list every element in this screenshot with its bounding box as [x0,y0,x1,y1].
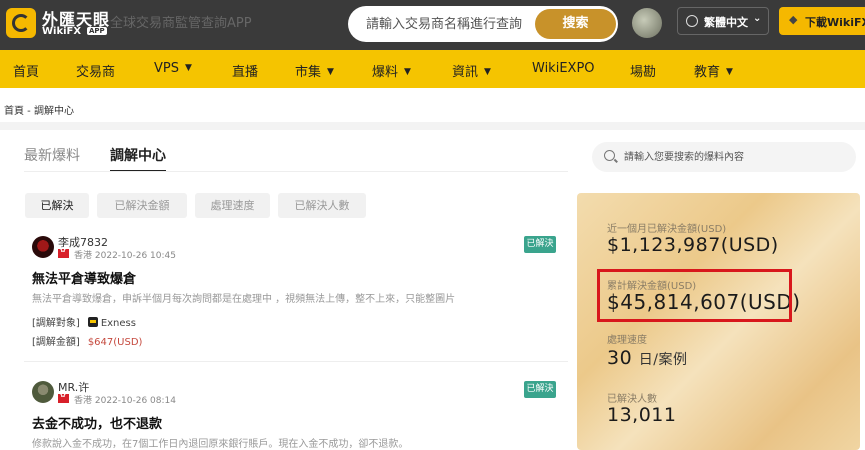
processing-speed-value: 30 日/案例 [607,347,687,369]
list-item[interactable]: MR.许 香港 2022-10-26 08:14 已解決 去金不成功，也不退款 … [30,381,562,450]
speed-unit: 日/案例 [638,352,688,368]
post-meta: 香港 2022-10-26 08:14 [74,393,176,406]
post-time: 2022-10-26 10:45 [94,251,176,261]
nav-label: 爆料 [372,65,399,80]
chevron-down-icon: ▼ [726,67,733,77]
processing-speed-label: 處理速度 [607,335,647,346]
download-label: 下載WikiFX [805,16,865,29]
hong-kong-flag-icon [58,391,69,403]
chevron-down-icon: ⌄ [753,13,762,24]
chevron-down-icon: ▼ [484,67,491,77]
post-description: 修款說入金不成功，在7個工作日內退回原來銀行賬戶。現在入金不成功，卻不退款。 [32,439,409,450]
post-divider [24,361,568,362]
nav-label: WikiEXPO [532,61,595,76]
post-meta: 香港 2022-10-26 10:45 [74,248,176,261]
status-badge: 已解決 [524,381,556,398]
monthly-resolved-label: 近一個月已解決金額(USD) [607,224,727,235]
monthly-resolved-value: $1,123,987(USD) [607,234,779,256]
nav-item-home[interactable]: 首頁 [13,61,39,80]
exposure-search-input[interactable] [624,148,844,166]
nav-item-wikiexpo[interactable]: WikiEXPO [532,61,595,76]
search-icon [604,150,615,161]
user-avatar[interactable] [632,8,662,38]
amount-label: [調解金額] [32,337,80,348]
breadcrumb[interactable]: 首頁 - 調解中心 [4,102,74,117]
wikifx-logo-icon[interactable] [6,8,36,38]
status-badge: 已解決 [524,236,556,253]
language-label: 繁體中文 [704,16,748,29]
nav-label: 資訊 [452,65,479,80]
resolved-people-value: 13,011 [607,404,677,426]
top-header: 外匯天眼 WikiFX APP 全球交易商監管查詢APP 搜索 繁體中文 ⌄ ◆… [0,0,865,50]
search-button[interactable]: 搜索 [535,9,616,39]
post-title[interactable]: 無法平倉導致爆倉 [32,268,136,287]
nav-item-education[interactable]: 教育 ▼ [694,61,733,80]
filter-resolved-people[interactable]: 已解決人數 [278,193,366,218]
nav-item-live[interactable]: 直播 [232,61,258,80]
total-amount-highlight [597,269,792,322]
download-button[interactable]: ◆ 下載WikiFX [779,7,865,35]
broker-search-input[interactable] [366,14,526,34]
mediation-target-row: [調解對象] Exness [32,314,136,329]
nav-item-vps[interactable]: VPS ▼ [154,61,192,76]
hong-kong-flag-icon [58,246,69,258]
avatar[interactable] [32,236,54,258]
mediation-amount: $647(USD) [87,337,143,348]
nav-item-exposure[interactable]: 爆料 ▼ [372,61,411,80]
filter-resolved-amount[interactable]: 已解決金額 [97,193,187,218]
nav-item-survey[interactable]: 場勘 [630,61,656,80]
chevron-down-icon: ▼ [404,67,411,77]
globe-icon [686,15,698,27]
tab-latest-exposure[interactable]: 最新爆料 [24,145,80,165]
nav-item-brokers[interactable]: 交易商 [76,61,115,80]
filter-speed[interactable]: 處理速度 [195,193,270,218]
exness-logo-icon [87,317,98,327]
nav-item-news[interactable]: 資訊 ▼ [452,61,491,80]
exposure-search-box [592,142,856,172]
download-icon: ◆ [789,13,798,26]
nav-label: 直播 [232,65,259,80]
main-nav: 首頁 交易商 VPS ▼ 直播 市集 ▼ 爆料 ▼ 資訊 ▼ WikiEXPO 場勘 教… [0,50,865,88]
post-description: 無法平倉導致爆倉，申訴半個月每次詢問都是在處理中 ，視頻無法上傳，整不上來，只能… [32,294,456,305]
tab-mediation-center[interactable]: 調解中心 [110,145,166,165]
nav-label: 首頁 [13,65,40,80]
target-broker-name[interactable]: Exness [101,318,136,329]
chevron-down-icon: ▼ [327,67,334,77]
chevron-down-icon: ▼ [184,63,192,73]
logo-english-name[interactable]: WikiFX [42,26,81,37]
nav-item-market[interactable]: 市集 ▼ [295,61,334,80]
nav-label: 教育 [694,65,721,80]
list-item[interactable]: 李成7832 香港 2022-10-26 10:45 已解決 無法平倉導致爆倉 … [30,236,562,356]
post-region: 香港 [74,251,93,261]
avatar[interactable] [32,381,54,403]
language-selector[interactable]: 繁體中文 ⌄ [677,7,769,35]
post-time: 2022-10-26 08:14 [94,396,176,406]
post-region: 香港 [74,396,93,406]
header-tagline: 全球交易商監管查詢APP [110,16,252,31]
post-title[interactable]: 去金不成功，也不退款 [32,413,162,432]
nav-label: 場勘 [630,65,657,80]
logo-app-badge: APP [87,27,107,35]
resolved-people-label: 已解決人數 [607,394,657,405]
section-divider [0,122,865,130]
filter-resolved[interactable]: 已解決 [25,193,89,218]
mediation-amount-row: [調解金額] $647(USD) [32,333,142,348]
tab-divider [24,171,568,172]
nav-label: VPS [154,61,179,76]
nav-label: 市集 [295,65,322,80]
speed-number: 30 [607,347,633,369]
nav-label: 交易商 [76,65,116,80]
target-label: [調解對象] [32,318,80,329]
